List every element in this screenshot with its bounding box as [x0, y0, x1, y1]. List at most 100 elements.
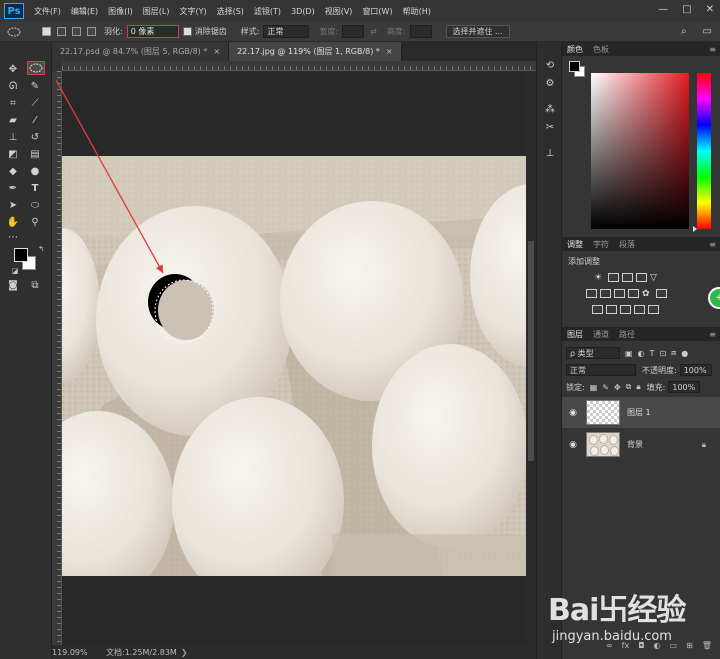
history-brush-tool-icon[interactable]: ↺ [28, 130, 42, 144]
screen-mode-icon[interactable]: ⧉ [28, 278, 42, 292]
type-tool-icon[interactable]: T [28, 181, 42, 195]
width-input[interactable] [342, 25, 365, 38]
menu-image[interactable]: 图像(I) [108, 6, 133, 17]
tab-jpg[interactable]: 22.17.jpg @ 119% (图层 1, RGB/8) * × [229, 42, 402, 61]
vertical-ruler[interactable] [52, 71, 62, 645]
style-select[interactable]: 正常 [263, 25, 310, 38]
menu-3d[interactable]: 3D(D) [291, 7, 315, 16]
ellipse-marquee-preset-icon[interactable] [4, 25, 24, 39]
menu-filter[interactable]: 滤镜(T) [254, 6, 281, 17]
history-panel-icon[interactable]: ⟲ [543, 58, 557, 72]
lock-position-icon[interactable]: ✥ [614, 383, 621, 392]
antialias-checkbox[interactable] [182, 27, 192, 36]
move-tool-icon[interactable]: ✥ [6, 62, 20, 76]
more-tools-icon[interactable]: ⋯ [6, 230, 20, 244]
curves-icon[interactable] [622, 273, 633, 282]
swap-icon[interactable]: ⇄ [370, 27, 377, 36]
layer-name[interactable]: 图层 1 [627, 407, 651, 418]
lasso-tool-icon[interactable]: ᘏ [6, 79, 20, 93]
eraser-tool-icon[interactable]: ◩ [6, 147, 20, 161]
filter-pixel-icon[interactable]: ▣ [625, 349, 633, 358]
maximize-button[interactable]: □ [682, 4, 691, 15]
healing-brush-tool-icon[interactable]: ▰ [6, 113, 20, 127]
posterize-icon[interactable] [606, 305, 617, 314]
tool-presets-icon[interactable]: ✂ [543, 120, 557, 134]
color-picker-field[interactable] [591, 73, 689, 229]
clone-stamp-tool-icon[interactable]: ⊥ [6, 130, 20, 144]
gradient-map-icon[interactable] [648, 305, 659, 314]
invert-icon[interactable] [592, 305, 603, 314]
tab-channels[interactable]: 通道 [588, 329, 614, 340]
brush-panel-icon[interactable]: ⁂ [543, 102, 557, 116]
subtract-selection-icon[interactable] [72, 27, 81, 36]
layer-row-background[interactable]: ◉ 背景 🔒︎ [562, 429, 720, 460]
menu-window[interactable]: 窗口(W) [362, 6, 392, 17]
swap-colors-icon[interactable]: ↰ [34, 242, 48, 256]
properties-panel-icon[interactable]: ⚙ [543, 76, 557, 90]
brightness-icon[interactable]: ☀ [594, 273, 605, 283]
vibrance-icon[interactable]: ▽ [650, 273, 661, 283]
panel-menu-icon[interactable]: ≡ [709, 45, 716, 54]
hue-slider-handle[interactable] [693, 226, 697, 232]
menu-file[interactable]: 文件(F) [34, 6, 61, 17]
menu-help[interactable]: 帮助(H) [403, 6, 431, 17]
zoom-level[interactable]: 119.09% [52, 648, 98, 657]
filter-toggle-icon[interactable]: ● [681, 349, 688, 358]
layer-filter-select[interactable]: ρ 类型 [566, 347, 620, 359]
threshold-icon[interactable] [620, 305, 631, 314]
hue-saturation-icon[interactable] [586, 289, 597, 298]
filter-smart-icon[interactable]: ⧈ [671, 348, 676, 358]
layer-row-1[interactable]: ◉ 图层 1 [562, 397, 720, 428]
tab-color[interactable]: 颜色 [562, 44, 588, 55]
eye-icon[interactable]: ◉ [566, 408, 580, 418]
zoom-tool-icon[interactable]: ⚲ [28, 215, 42, 229]
search-icon[interactable]: ⌕ [681, 26, 687, 37]
horizontal-ruler[interactable] [62, 61, 536, 71]
crop-tool-icon[interactable]: ⌗ [6, 96, 20, 110]
foreground-color-swatch[interactable] [14, 248, 28, 262]
fill-input[interactable]: 100% [668, 381, 701, 393]
path-selection-tool-icon[interactable]: ➤ [6, 198, 20, 212]
photo-filter-icon[interactable] [628, 289, 639, 298]
gradient-tool-icon[interactable]: ▤ [28, 147, 42, 161]
lock-artboard-icon[interactable]: ⧉ [626, 382, 632, 392]
filter-type-icon[interactable]: T [650, 349, 655, 358]
filter-shape-icon[interactable]: ⊡ [659, 349, 666, 358]
tab-swatches[interactable]: 色板 [588, 44, 614, 55]
panel-menu-icon[interactable]: ≡ [709, 240, 716, 249]
workspace-icon[interactable]: ▭ [703, 26, 712, 37]
tab-paragraph[interactable]: 段落 [614, 239, 640, 250]
filter-adjustment-icon[interactable]: ◐ [638, 349, 645, 358]
default-colors-icon[interactable]: ◪ [8, 264, 22, 278]
pen-tool-icon[interactable]: ✒ [6, 181, 20, 195]
lock-transparent-icon[interactable]: ▦ [590, 383, 598, 392]
menu-edit[interactable]: 编辑(E) [71, 6, 98, 17]
select-and-mask-button[interactable]: 选择并遮住 ... [445, 25, 510, 38]
menu-view[interactable]: 视图(V) [325, 6, 353, 17]
ellipse-shape-tool-icon[interactable]: ⬭ [28, 198, 42, 212]
color-lookup-icon[interactable] [656, 289, 667, 298]
intersect-selection-icon[interactable] [87, 27, 96, 36]
black-white-icon[interactable] [614, 289, 625, 298]
status-expand-icon[interactable]: ❯ [181, 648, 188, 657]
egg-carton-photo[interactable] [62, 156, 526, 576]
eye-icon[interactable]: ◉ [566, 440, 580, 450]
minimize-button[interactable]: — [658, 4, 668, 15]
close-icon[interactable]: × [386, 47, 393, 56]
feather-input[interactable]: 0 像素 [126, 25, 179, 38]
panel-menu-icon[interactable]: ≡ [709, 330, 716, 339]
close-icon[interactable]: × [213, 47, 220, 56]
menu-type[interactable]: 文字(Y) [179, 6, 206, 17]
menu-layer[interactable]: 图层(L) [143, 6, 170, 17]
eyedropper-tool-icon[interactable]: ⟋ [28, 96, 42, 110]
color-balance-icon[interactable] [600, 289, 611, 298]
tab-character[interactable]: 字符 [588, 239, 614, 250]
exposure-icon[interactable] [636, 273, 647, 282]
selective-color-icon[interactable] [634, 305, 645, 314]
dodge-tool-icon[interactable]: ● [28, 164, 42, 178]
lock-paint-icon[interactable]: ✎ [602, 383, 609, 392]
hand-tool-icon[interactable]: ✋ [6, 215, 20, 229]
layer-name[interactable]: 背景 [627, 439, 643, 450]
add-selection-icon[interactable] [57, 27, 66, 36]
document-canvas[interactable] [62, 71, 526, 645]
